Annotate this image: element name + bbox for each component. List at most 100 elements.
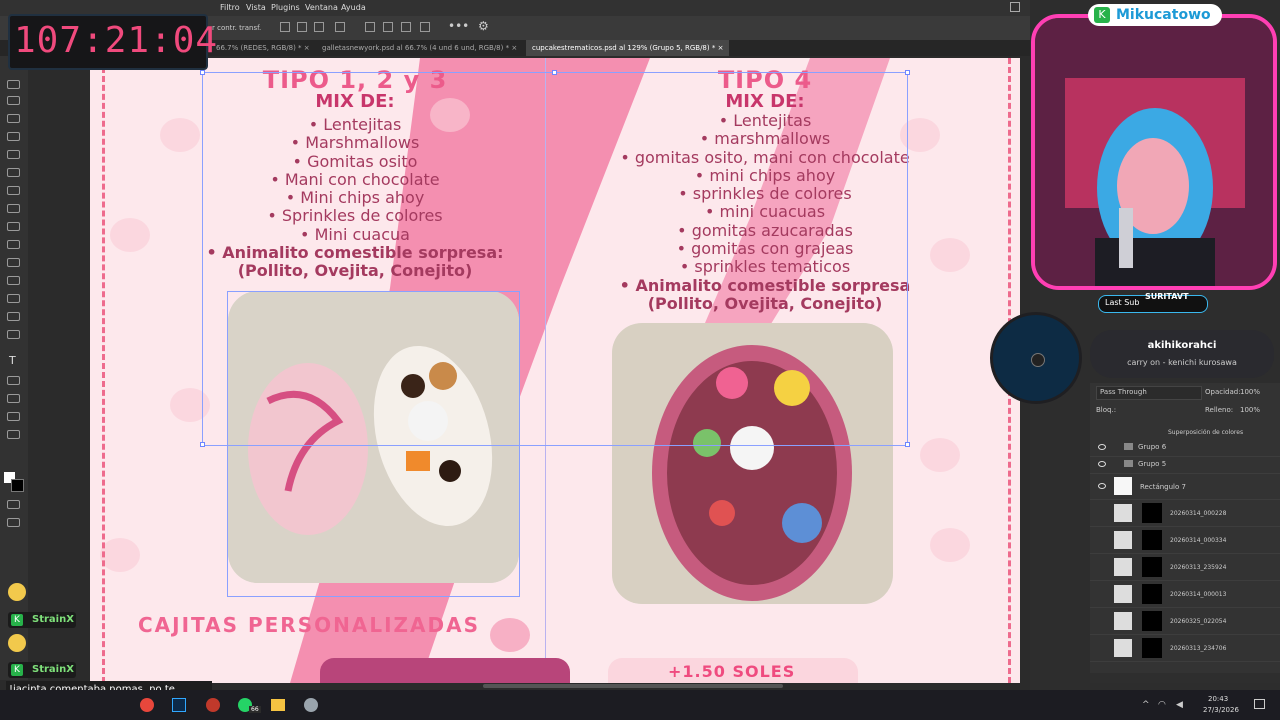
distribute-v-icon[interactable] xyxy=(420,22,430,32)
file-explorer-icon[interactable] xyxy=(271,699,285,711)
taskbar: 66 ^ ◠ ◀ 20:43 27/3/2026 xyxy=(0,690,1280,720)
screen-mode-icon[interactable] xyxy=(7,518,20,527)
layer-row[interactable]: Grupo 5 xyxy=(1090,456,1280,474)
tray-chevron-icon[interactable]: ^ xyxy=(1142,700,1150,710)
layer-mask-thumbnail xyxy=(1142,530,1162,550)
layer-row[interactable]: 20260314_000228 xyxy=(1090,500,1280,527)
align-bottom-icon[interactable] xyxy=(401,22,411,32)
layer-row[interactable]: 20260314_000013 xyxy=(1090,581,1280,608)
section-title: CAJITAS PERSONALIZADAS xyxy=(138,613,480,637)
healing-tool-icon[interactable] xyxy=(7,186,20,195)
visibility-eye-icon[interactable] xyxy=(1098,444,1106,450)
lasso-tool-icon[interactable] xyxy=(7,114,20,123)
layer-thumbnail xyxy=(1114,531,1132,549)
align-middle-icon[interactable] xyxy=(383,22,393,32)
eraser-tool-icon[interactable] xyxy=(7,258,20,267)
volume-icon[interactable]: ◀ xyxy=(1176,700,1183,710)
blend-mode-select[interactable]: Pass Through xyxy=(1096,386,1202,400)
crop-tool-icon[interactable] xyxy=(7,132,20,141)
menu-vista[interactable]: Vista xyxy=(246,3,266,12)
tab-galletas[interactable]: galletasnewyork.psd al 66.7% (4 und 6 un… xyxy=(316,40,523,56)
layer-thumbnail xyxy=(1114,477,1132,495)
clock-date: 27/3/2026 xyxy=(1203,706,1239,714)
visibility-eye-icon[interactable] xyxy=(1098,461,1106,467)
price-badge: +1.50 SOLES xyxy=(668,662,796,681)
notifications-icon[interactable] xyxy=(1254,699,1265,709)
menu-ventana[interactable]: Ventana xyxy=(305,3,338,12)
distribute-icon[interactable] xyxy=(335,22,345,32)
layer-row[interactable]: 20260325_022054 xyxy=(1090,608,1280,635)
transform-handle[interactable] xyxy=(200,442,205,447)
chat-username-badge: K StrainX xyxy=(8,612,76,628)
layer-name: 20260313_235924 xyxy=(1170,564,1227,571)
tab-label: 66.7% (REDES, RGB/8) * xyxy=(216,44,302,52)
gradient-tool-icon[interactable] xyxy=(7,276,20,285)
document-canvas[interactable]: TIPO 1, 2 y 3 MIX DE: • Lentejitas • Mar… xyxy=(90,58,1020,683)
layer-row[interactable]: 20260313_235924 xyxy=(1090,554,1280,581)
layer-row[interactable]: 20260314_000334 xyxy=(1090,527,1280,554)
more-options-icon[interactable]: ••• xyxy=(448,19,469,33)
layer-name: 20260314_000334 xyxy=(1170,537,1227,544)
visibility-eye-icon[interactable] xyxy=(1098,483,1106,489)
chrome-icon[interactable] xyxy=(140,698,154,712)
transform-handle[interactable] xyxy=(905,70,910,75)
disc-center-icon xyxy=(1031,353,1045,367)
photoshop-icon[interactable] xyxy=(172,698,186,712)
last-sub-label: Last Sub xyxy=(1105,298,1140,307)
path-select-icon[interactable] xyxy=(7,376,20,385)
brush-tool-icon[interactable] xyxy=(7,204,20,213)
brand-name: Mikucatowo xyxy=(1116,7,1211,23)
close-icon[interactable]: × xyxy=(718,44,724,52)
gear-icon[interactable]: ⚙ xyxy=(478,19,489,33)
kick-logo-icon: K xyxy=(11,614,23,626)
menu-ayuda[interactable]: Ayuda xyxy=(341,3,366,12)
background-color-swatch[interactable] xyxy=(11,479,24,492)
tab-cupcakes[interactable]: cupcakestrematicos.psd al 129% (Grupo 5,… xyxy=(526,40,730,56)
tab-redes[interactable]: 66.7% (REDES, RGB/8) * × xyxy=(210,40,316,56)
history-brush-icon[interactable] xyxy=(7,240,20,249)
scrollbar-thumb[interactable] xyxy=(483,684,783,688)
dodge-tool-icon[interactable] xyxy=(7,312,20,321)
stream-timer: 107:21:04 xyxy=(8,14,217,70)
fill-input[interactable]: 100% xyxy=(1240,406,1260,414)
menu-plugins[interactable]: Plugins xyxy=(271,3,300,12)
frame-tool-icon[interactable] xyxy=(7,150,20,159)
layer-name: Rectángulo 7 xyxy=(1140,483,1186,491)
last-sub-widget: Last Sub SURITAVT xyxy=(1098,292,1208,313)
layer-row[interactable]: Grupo 6 xyxy=(1090,439,1280,457)
move-tool-icon[interactable] xyxy=(7,80,20,89)
lock-label: Bloq.: xyxy=(1096,406,1117,414)
rectangle-tool-icon[interactable] xyxy=(7,394,20,403)
layer-row[interactable]: Rectángulo 7 xyxy=(1090,473,1280,500)
layer-thumbnail xyxy=(1114,585,1132,603)
opacity-input[interactable]: 100% xyxy=(1240,388,1260,396)
text-tool-icon[interactable]: T xyxy=(9,354,16,367)
quick-mask-icon[interactable] xyxy=(7,500,20,509)
blur-tool-icon[interactable] xyxy=(7,294,20,303)
maximize-icon[interactable] xyxy=(1010,2,1020,12)
transform-handle[interactable] xyxy=(905,442,910,447)
align-right-icon[interactable] xyxy=(314,22,324,32)
transform-handle[interactable] xyxy=(552,70,557,75)
pen-tool-icon[interactable] xyxy=(7,330,20,339)
close-icon[interactable]: × xyxy=(304,44,310,52)
obs-icon[interactable] xyxy=(206,698,220,712)
layer-thumbnail xyxy=(1114,558,1132,576)
eyedropper-tool-icon[interactable] xyxy=(7,168,20,177)
network-icon[interactable]: ◠ xyxy=(1158,700,1166,710)
marquee-tool-icon[interactable] xyxy=(7,96,20,105)
zoom-tool-icon[interactable] xyxy=(7,430,20,439)
app-icon[interactable] xyxy=(304,698,318,712)
layer-row[interactable]: 20260313_234706 xyxy=(1090,635,1280,662)
align-top-icon[interactable] xyxy=(365,22,375,32)
align-center-icon[interactable] xyxy=(297,22,307,32)
layer-selection-box[interactable] xyxy=(227,291,520,597)
menu-filtro[interactable]: Filtro xyxy=(220,3,240,12)
kick-logo-icon: K xyxy=(1094,7,1110,23)
close-icon[interactable]: × xyxy=(511,44,517,52)
stamp-tool-icon[interactable] xyxy=(7,222,20,231)
align-left-icon[interactable] xyxy=(280,22,290,32)
paw-print-icon xyxy=(920,438,960,472)
hand-tool-icon[interactable] xyxy=(7,412,20,421)
transform-handle[interactable] xyxy=(200,70,205,75)
